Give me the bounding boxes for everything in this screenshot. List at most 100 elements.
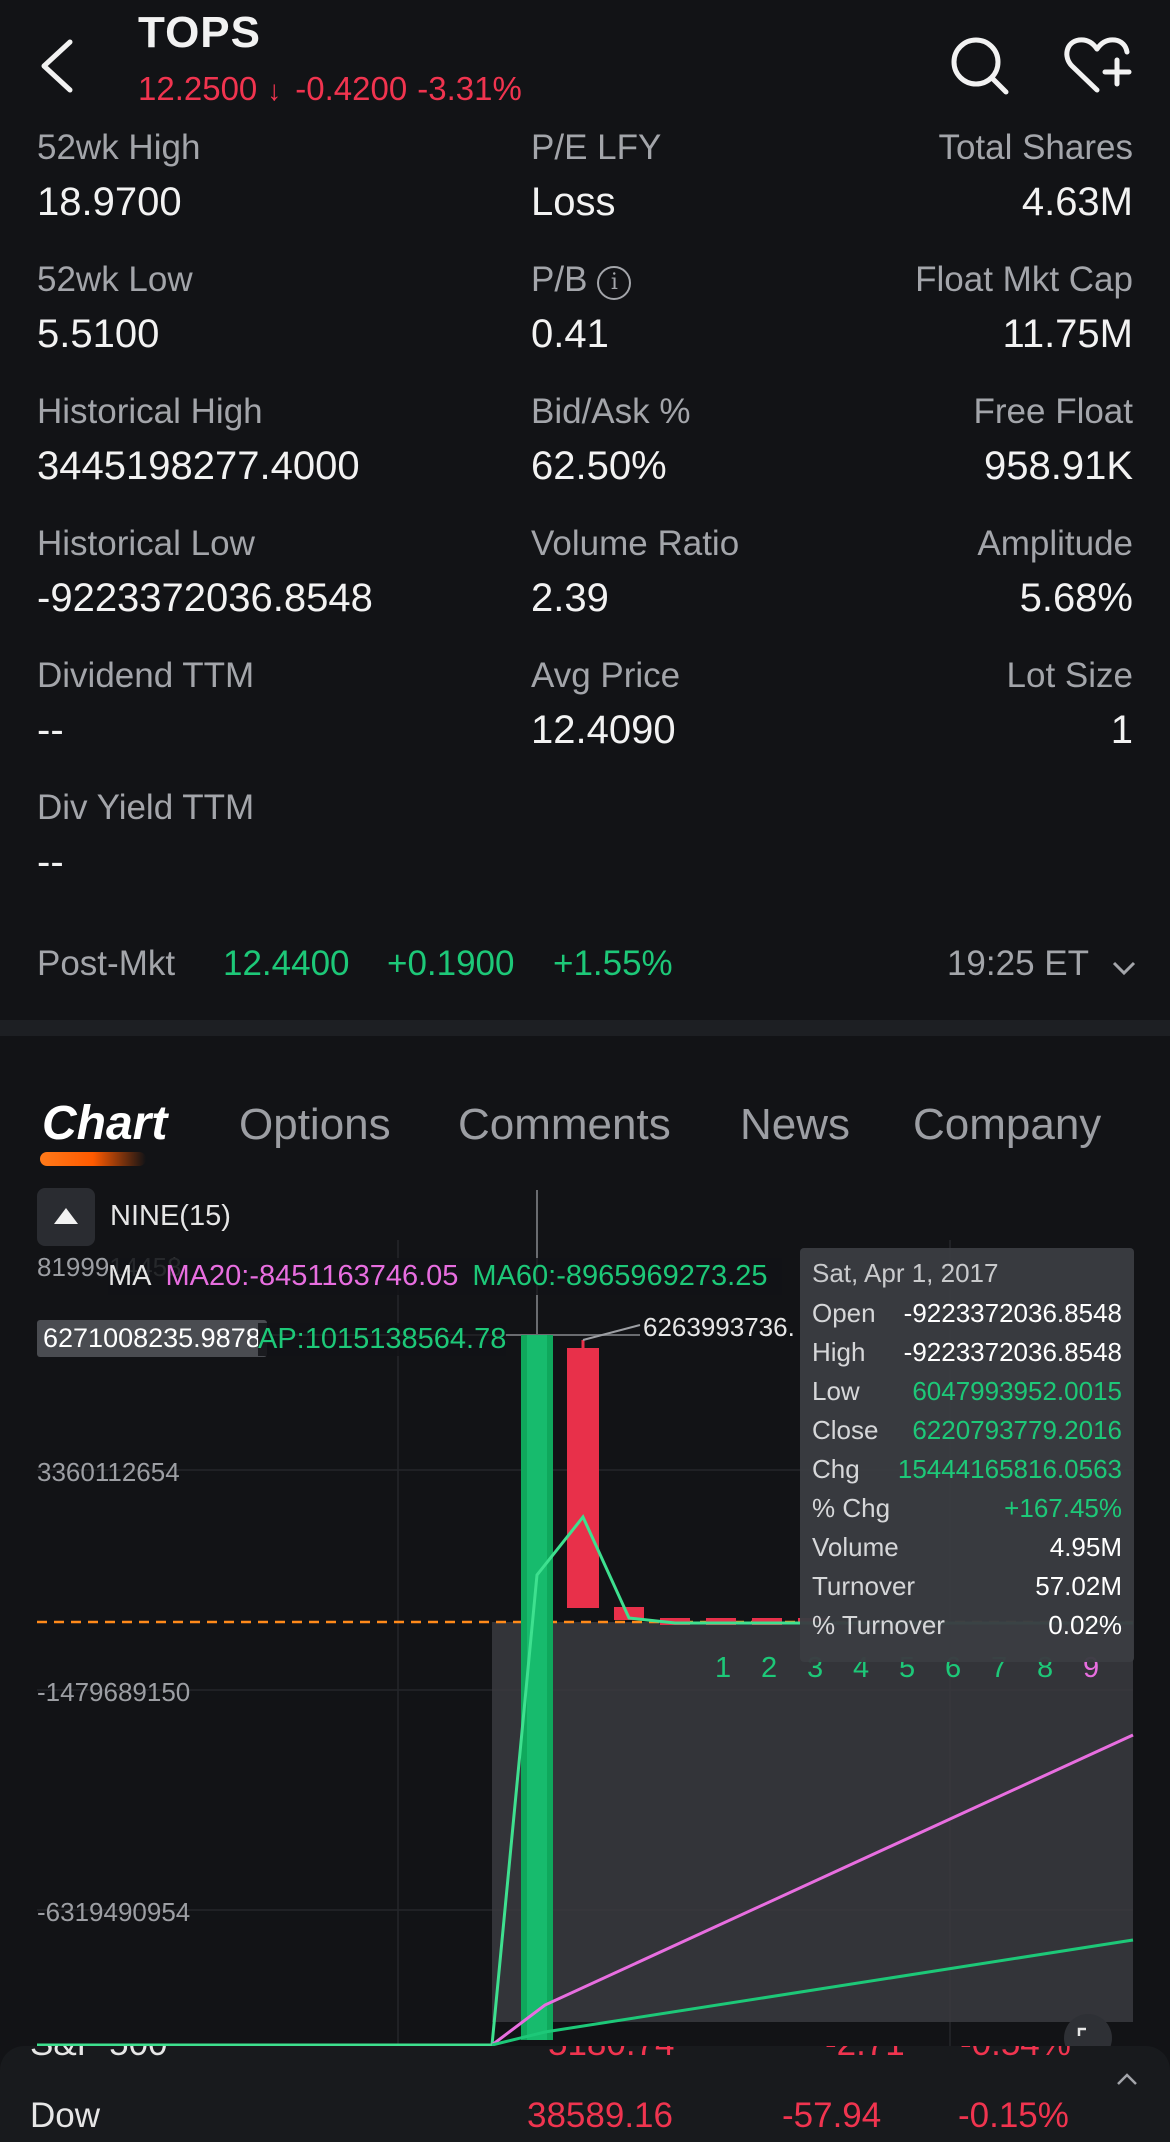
stat-bid-ask: Bid/Ask % 62.50%	[531, 392, 691, 489]
stat-label: Div Yield TTM	[37, 788, 255, 827]
ticker-symbol: TOPS	[138, 8, 262, 57]
stat-value: 11.75M	[1002, 312, 1133, 356]
tooltip-value: 6047993952.0015	[912, 1376, 1122, 1406]
post-market-time: 19:25 ET	[946, 944, 1089, 983]
tooltip-row-pct-turnover: % Turnover 0.02%	[812, 1610, 1122, 1649]
stat-label: Total Shares	[938, 128, 1133, 167]
indicator-label: NINE(15)	[110, 1200, 231, 1232]
post-market-label: Post-Mkt	[37, 944, 176, 983]
stat-value: --	[37, 840, 64, 884]
stats-row: Historical High 3445198277.4000 Bid/Ask %…	[0, 392, 1170, 524]
stat-label: 52wk Low	[37, 260, 193, 299]
stat-amplitude: Amplitude 5.68%	[977, 524, 1133, 621]
index-price: 5180.74	[548, 2046, 675, 2064]
back-arrow-icon[interactable]	[30, 30, 86, 100]
price-change-pct: -3.31%	[417, 70, 522, 107]
tooltip-value: 4.95M	[1049, 1532, 1122, 1562]
add-to-watchlist-icon[interactable]	[1062, 30, 1132, 100]
tooltip-row-close: Close 6220793779.2016	[812, 1415, 1122, 1454]
stat-label: Free Float	[973, 392, 1134, 431]
ma20-value: MA20:-8451163746.05	[165, 1260, 459, 1292]
chevron-down-icon[interactable]	[1111, 958, 1137, 978]
tab-options[interactable]: Options	[239, 1100, 391, 1150]
tooltip-row-pct-chg: % Chg +167.45%	[812, 1493, 1122, 1532]
tab-comments[interactable]: Comments	[458, 1100, 671, 1150]
tab-news[interactable]: News	[740, 1100, 850, 1150]
ma-label: MA	[108, 1260, 152, 1292]
index-row-dow: Dow 38589.16 -57.94 -0.15%	[0, 2096, 1170, 2142]
y-axis-label: -1479689150	[37, 1677, 191, 1707]
tooltip-row-low: Low 6047993952.0015	[812, 1376, 1122, 1415]
stat-label: Historical High	[37, 392, 263, 431]
tooltip-value: +167.45%	[1004, 1493, 1122, 1523]
post-market-price: 12.4400	[223, 944, 350, 983]
last-price-label: 6263993736.	[643, 1312, 795, 1342]
tooltip-key: % Turnover	[812, 1610, 945, 1640]
stat-historical-low: Historical Low -9223372036.8548	[37, 524, 373, 621]
search-icon[interactable]	[944, 30, 1014, 100]
stat-historical-high: Historical High 3445198277.4000	[37, 392, 360, 489]
tab-chart[interactable]: Chart	[42, 1096, 167, 1151]
tooltip-key: High	[812, 1337, 866, 1367]
tab-company[interactable]: Company	[913, 1100, 1101, 1150]
index-ticker-bar[interactable]: S&P 500 5180.74 -2.71 -0.54% Dow 38589.1…	[0, 2046, 1170, 2142]
stat-label: Amplitude	[977, 524, 1133, 563]
active-tab-indicator	[40, 1152, 146, 1166]
tooltip-row-chg: Chg 15444165816.0563	[812, 1454, 1122, 1493]
tooltip-value: 0.02%	[1048, 1610, 1122, 1640]
stat-value: 4.63M	[1021, 180, 1133, 224]
stats-row: Historical Low -9223372036.8548 Volume Ra…	[0, 524, 1170, 656]
stat-value: 0.41	[531, 312, 609, 356]
stat-label: Historical Low	[37, 524, 255, 563]
stat-value: 18.9700	[37, 180, 182, 224]
tooltip-key: % Chg	[812, 1493, 891, 1523]
tooltip-value: -9223372036.8548	[903, 1337, 1122, 1367]
y-axis-label: 3360112654	[37, 1457, 180, 1487]
stat-label: 52wk High	[37, 128, 201, 167]
post-market-row[interactable]: Post-Mkt 12.4400 +0.1900 +1.55% 19:25 ET	[37, 944, 1137, 994]
header: TOPS 12.2500 ↓ -0.4200 -3.31%	[0, 0, 1170, 120]
stat-div-yield-ttm: Div Yield TTM --	[37, 788, 254, 885]
stat-label: Lot Size	[1006, 656, 1133, 695]
price-chart[interactable]: NINE(15) 8199914458 3360112654 -14796891…	[0, 1180, 1170, 2062]
candle-down	[567, 1348, 599, 1608]
tooltip-date: Sat, Apr 1, 2017	[812, 1258, 999, 1288]
triangle-up-icon	[54, 1208, 78, 1224]
stats-row: Div Yield TTM --	[0, 788, 1170, 920]
stat-value: 5.68%	[1019, 576, 1133, 620]
stat-value: 1	[1110, 708, 1133, 752]
post-market-change-pct: +1.55%	[553, 944, 673, 983]
ohlc-tooltip: Sat, Apr 1, 2017 Open -9223372036.8548 Hi…	[800, 1248, 1134, 1662]
price-quote: 12.2500 ↓ -0.4200 -3.31%	[138, 70, 532, 108]
stat-label: P/B i	[531, 260, 632, 300]
stat-free-float: Free Float 958.91K	[974, 392, 1134, 489]
chevron-up-icon[interactable]	[1112, 2064, 1142, 2094]
vwap-value: AP:1015138564.78	[258, 1323, 507, 1356]
stat-value: Loss	[531, 180, 616, 224]
crosshair-price-label: 6271008235.9878	[37, 1320, 267, 1357]
index-change: -2.71	[825, 2046, 905, 2064]
nine-count: 1	[715, 1652, 732, 1684]
stats-row: 52wk Low 5.5100 P/B i 0.41 Float Mkt Cap 11.…	[0, 260, 1170, 392]
stat-volume-ratio: Volume Ratio 2.39	[531, 524, 739, 621]
index-name: Dow	[30, 2096, 101, 2135]
last-price: 12.2500	[138, 70, 258, 107]
stat-value: --	[37, 708, 64, 752]
last-price-connector	[582, 1324, 641, 1341]
stat-label: Dividend TTM	[37, 656, 255, 695]
stat-value: 958.91K	[983, 444, 1133, 488]
tooltip-key: Volume	[812, 1532, 899, 1562]
stat-label: Float Mkt Cap	[915, 260, 1133, 299]
stat-lot-size: Lot Size 1	[1007, 656, 1133, 753]
stats-row: 52wk High 18.9700 P/E LFY Loss Total Share…	[0, 128, 1170, 260]
stat-value: 5.5100	[37, 312, 160, 356]
tooltip-row-high: High -9223372036.8548	[812, 1337, 1122, 1376]
info-icon[interactable]: i	[597, 266, 632, 300]
tooltip-value: -9223372036.8548	[903, 1298, 1122, 1328]
stat-float-mkt-cap: Float Mkt Cap 11.75M	[915, 260, 1133, 357]
down-arrow-icon: ↓	[267, 75, 282, 106]
collapse-indicator-button[interactable]	[37, 1188, 95, 1246]
stat-pb: P/B i 0.41	[531, 260, 632, 357]
post-market-change: +0.1900	[387, 944, 515, 983]
tooltip-key: Turnover	[812, 1571, 916, 1601]
